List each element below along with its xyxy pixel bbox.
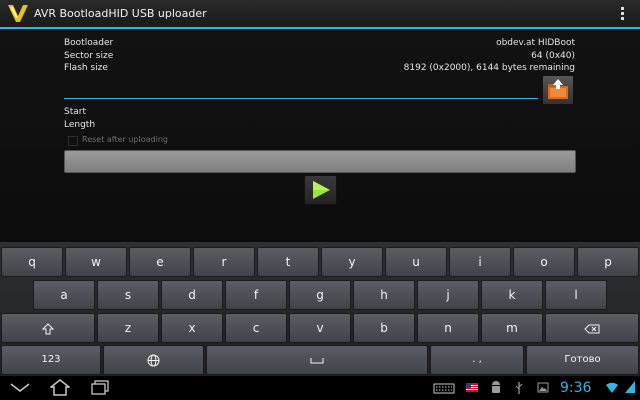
android-debug-icon — [492, 381, 500, 393]
key-d[interactable]: d — [161, 280, 223, 310]
key-y[interactable]: y — [321, 247, 383, 277]
space-bar-icon — [310, 357, 324, 363]
home-icon[interactable] — [50, 379, 70, 396]
mode-switch-key[interactable]: 123 — [1, 345, 101, 375]
backspace-icon — [584, 324, 600, 333]
system-bar: 9:36 — [0, 376, 640, 400]
key-p[interactable]: p — [577, 247, 639, 277]
key-u[interactable]: u — [385, 247, 447, 277]
key-a[interactable]: a — [33, 280, 95, 310]
flash-size-label: Flash size — [64, 63, 108, 73]
key-z[interactable]: z — [97, 313, 159, 343]
usb-icon — [515, 382, 523, 394]
upload-button[interactable] — [304, 175, 337, 205]
key-t[interactable]: t — [257, 247, 319, 277]
folder-open-icon — [548, 79, 568, 99]
key-k[interactable]: k — [481, 280, 543, 310]
key-j[interactable]: j — [417, 280, 479, 310]
browse-file-button[interactable] — [542, 75, 574, 105]
key-q[interactable]: q — [1, 247, 63, 277]
us-flag-icon — [466, 383, 478, 392]
key-i[interactable]: i — [449, 247, 511, 277]
backspace-key[interactable] — [545, 313, 639, 343]
hex-file-input[interactable] — [64, 90, 538, 99]
app-logo-icon — [8, 5, 28, 22]
signal-icon — [625, 381, 635, 393]
key-l[interactable]: l — [545, 280, 607, 310]
key-h[interactable]: h — [353, 280, 415, 310]
recent-apps-icon[interactable] — [90, 380, 110, 395]
done-key[interactable]: Готово — [526, 345, 639, 375]
play-icon — [313, 181, 330, 199]
action-bar: AVR BootloadHID USB uploader — [0, 0, 640, 29]
reset-after-upload-label: Reset after uploading — [82, 135, 168, 144]
uploader-panel: Bootloader obdev.at HIDBoot Sector size … — [0, 29, 640, 242]
wifi-icon — [606, 382, 618, 393]
overflow-menu-icon[interactable] — [621, 7, 625, 21]
sector-size-value: 64 (0x40) — [531, 51, 575, 61]
key-g[interactable]: g — [289, 280, 351, 310]
key-v[interactable]: v — [289, 313, 351, 343]
key-w[interactable]: w — [65, 247, 127, 277]
back-icon[interactable] — [10, 382, 30, 394]
upload-progress-bar — [64, 150, 576, 173]
screenshot-icon — [537, 382, 549, 393]
key-f[interactable]: f — [225, 280, 287, 310]
keyboard-icon[interactable] — [433, 383, 455, 394]
key-o[interactable]: o — [513, 247, 575, 277]
status-clock[interactable]: 9:36 — [560, 380, 591, 396]
soft-keyboard: q w e r t y u i o p a s d f g h j k l z … — [0, 242, 640, 376]
length-label: Length — [64, 120, 96, 130]
language-key[interactable] — [103, 345, 204, 375]
bootloader-value: obdev.at HIDBoot — [496, 38, 575, 48]
flash-size-value: 8192 (0x2000), 6144 bytes remaining — [403, 63, 575, 73]
key-b[interactable]: b — [353, 313, 415, 343]
key-x[interactable]: x — [161, 313, 223, 343]
start-label: Start — [64, 107, 86, 117]
sector-size-label: Sector size — [64, 51, 114, 61]
space-key[interactable] — [206, 345, 428, 375]
key-s[interactable]: s — [97, 280, 159, 310]
shift-icon — [41, 322, 55, 334]
shift-key[interactable] — [1, 313, 95, 343]
punctuation-key[interactable]: . , — [430, 345, 524, 375]
key-m[interactable]: m — [481, 313, 543, 343]
reset-after-upload-checkbox[interactable] — [68, 136, 78, 146]
bootloader-label: Bootloader — [64, 38, 114, 48]
app-title: AVR BootloadHID USB uploader — [34, 7, 207, 20]
key-c[interactable]: c — [225, 313, 287, 343]
key-e[interactable]: e — [129, 247, 191, 277]
key-r[interactable]: r — [193, 247, 255, 277]
globe-icon — [147, 354, 160, 367]
key-n[interactable]: n — [417, 313, 479, 343]
